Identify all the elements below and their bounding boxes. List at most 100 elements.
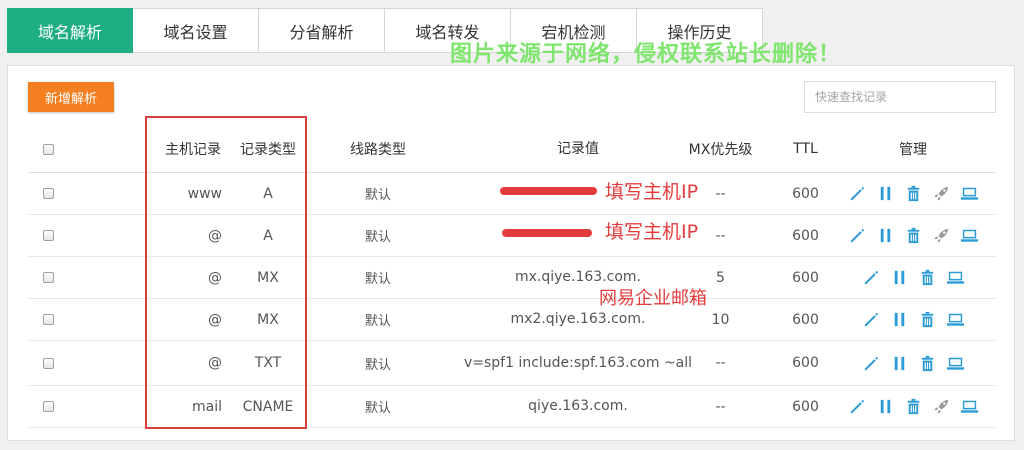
value-cell: v=spf1 include:spf.163.com ~all [463,354,693,371]
redaction-bar [502,229,592,237]
monitor-icon[interactable] [946,354,965,373]
rocket-icon[interactable] [932,397,951,416]
monitor-icon[interactable] [960,226,979,245]
manage-cell [838,299,988,340]
host-cell: @ [208,311,222,328]
rocket-icon[interactable] [932,226,951,245]
tab-0[interactable]: 域名解析 [7,8,133,53]
tab-2[interactable]: 分省解析 [259,8,385,53]
table-header: 主机记录 记录类型 线路类型 记录值 MX优先级 TTL 管理 [28,126,996,173]
ttl-cell: 600 [792,227,819,244]
monitor-icon[interactable] [946,268,965,287]
type-cell: A [263,227,273,244]
manage-cell [838,215,988,256]
line-cell: 默认 [364,357,391,373]
annotation-host-ip: 填写主机IP [605,181,699,203]
header-line: 线路类型 [350,142,406,158]
pause-icon[interactable] [890,268,909,287]
delete-icon[interactable] [904,184,923,203]
type-cell: MX [257,311,279,328]
pause-icon[interactable] [876,397,895,416]
monitor-icon[interactable] [960,397,979,416]
monitor-icon[interactable] [960,184,979,203]
delete-icon[interactable] [918,310,937,329]
row-select-cell [28,299,68,340]
pause-icon[interactable] [876,226,895,245]
row-checkbox[interactable] [42,357,54,369]
tab-1[interactable]: 域名设置 [133,8,259,53]
host-cell: @ [208,269,222,286]
edit-icon[interactable] [862,268,881,287]
table-row: @ MX 默认 mx2.qiye.163.com. 10 600 [28,299,996,341]
host-cell: @ [208,227,222,244]
action-icons [862,354,965,373]
pause-icon[interactable] [876,184,895,203]
header-type: 记录类型 [240,142,296,158]
records-table: 主机记录 记录类型 线路类型 记录值 MX优先级 TTL 管理 www A 默认 --… [28,126,996,428]
row-checkbox[interactable] [42,314,54,325]
pause-icon[interactable] [890,354,909,373]
select-all-checkbox[interactable] [42,143,54,155]
edit-icon[interactable] [848,184,867,203]
rocket-icon[interactable] [932,184,951,203]
table-row: @ TXT 默认 v=spf1 include:spf.163.com ~all -- 6… [28,341,996,386]
host-cell: www [187,185,222,202]
delete-icon[interactable] [918,268,937,287]
edit-icon[interactable] [848,397,867,416]
host-cell: @ [208,355,222,371]
edit-icon[interactable] [848,226,867,245]
delete-icon[interactable] [918,354,937,373]
type-cell: CNAME [242,398,294,415]
watermark-text: 图片来源于网络，侵权联系站长删除！ [450,42,842,67]
row-checkbox[interactable] [42,188,54,199]
add-record-button[interactable]: 新增解析 [28,82,114,112]
table-row: @ MX 默认 mx.qiye.163.com. 5 600 [28,257,996,299]
header-ttl: TTL [793,141,818,157]
header-value: 记录值 [557,140,599,157]
annotation-host-ip: 填写主机IP [605,221,699,243]
pause-icon[interactable] [890,310,909,329]
action-icons [848,184,979,203]
monitor-icon[interactable] [946,310,965,329]
row-checkbox[interactable] [42,401,54,412]
table-row: mail CNAME 默认 qiye.163.com. -- 600 [28,386,996,428]
row-checkbox[interactable] [42,230,54,241]
header-host: 主机记录 [165,142,221,158]
edit-icon[interactable] [862,310,881,329]
search-input[interactable] [804,81,996,113]
action-icons [848,397,979,416]
header-manage: 管理 [899,142,927,158]
line-cell: 默认 [364,272,391,287]
manage-cell [838,386,988,427]
select-all-cell [28,126,68,172]
action-icons [862,310,965,329]
row-select-cell [28,215,68,256]
row-checkbox[interactable] [42,272,54,283]
ttl-cell: 600 [792,355,819,371]
ttl-cell: 600 [792,311,819,328]
type-cell: MX [257,269,279,286]
line-cell: 默认 [364,188,391,203]
row-select-cell [28,341,68,385]
edit-icon[interactable] [862,354,881,373]
line-cell: 默认 [364,314,391,329]
redaction-bar [500,187,597,195]
type-cell: TXT [254,355,282,371]
action-icons [848,226,979,245]
manage-cell [838,173,988,214]
row-select-cell [28,173,68,214]
delete-icon[interactable] [904,397,923,416]
line-cell: 默认 [364,401,391,416]
manage-cell [838,257,988,298]
delete-icon[interactable] [904,226,923,245]
header-mx: MX优先级 [688,142,753,158]
mx-cell: -- [715,355,726,371]
line-cell: 默认 [364,230,391,245]
host-cell: mail [192,398,222,415]
action-icons [862,268,965,287]
value-cell: qiye.163.com. [528,398,628,414]
annotation-netease-mail: 网易企业邮箱 [599,288,707,309]
ttl-cell: 600 [792,185,819,202]
row-select-cell [28,257,68,298]
ttl-cell: 600 [792,269,819,286]
